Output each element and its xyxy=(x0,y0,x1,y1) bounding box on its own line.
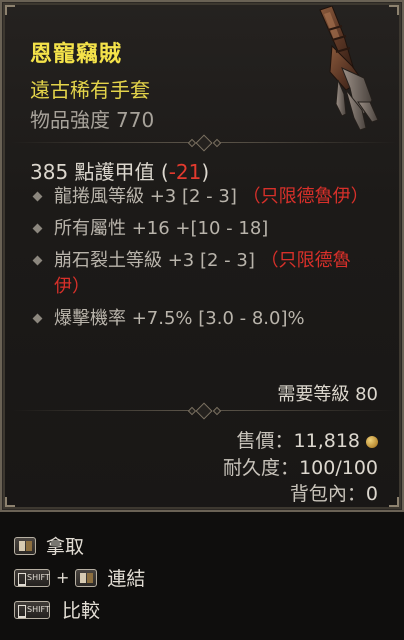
affix-text: 龍捲風等級 +3 [2 - 3] xyxy=(54,186,237,207)
action-hints: 拿取 SHIFT + 連結 SHIFT 比較 xyxy=(0,512,404,640)
item-name: 恩寵竊賊 xyxy=(30,42,123,67)
durability-value: 100/100 xyxy=(299,457,378,479)
diamond-bullet-icon xyxy=(32,255,43,266)
take-label: 拿取 xyxy=(46,536,85,558)
frame-corner xyxy=(389,5,399,15)
item-power-label: 物品強度 xyxy=(30,108,110,132)
affix-text: 崩石裂土等級 +3 [2 - 3] xyxy=(54,250,255,271)
sell-price-label: 售價： xyxy=(236,430,294,452)
gauntlet-icon xyxy=(319,6,379,131)
armor-label: 點護甲值 xyxy=(74,160,155,184)
sell-price-value: 11,818 xyxy=(293,430,360,452)
sell-price: 售價：11,818 xyxy=(236,426,378,453)
affix-restriction: （只限德魯伊） xyxy=(242,186,369,207)
diamond-bullet-icon xyxy=(32,313,43,324)
take-action[interactable]: 拿取 xyxy=(14,532,84,559)
inventory-count: 背包內：0 xyxy=(290,479,378,506)
compare-label: 比較 xyxy=(62,600,101,622)
frame-corner xyxy=(5,5,15,15)
shift-key-icon: SHIFT xyxy=(14,600,50,619)
gold-coin-icon xyxy=(366,435,378,448)
item-type: 遠古稀有手套 xyxy=(30,78,150,102)
armor-open-paren: ( xyxy=(160,160,169,184)
armor-delta: -21 xyxy=(168,160,202,184)
frame-corner xyxy=(5,497,15,507)
durability-label: 耐久度： xyxy=(223,457,300,479)
affix-list: 龍捲風等級 +3 [2 - 3] （只限德魯伊） 所有屬性 +16 +[10 -… xyxy=(32,184,377,338)
affix-item: 崩石裂土等級 +3 [2 - 3] （只限德魯伊） xyxy=(32,248,377,300)
armor-close-paren: ) xyxy=(201,160,210,184)
diamond-bullet-icon xyxy=(32,223,43,234)
affix-item: 爆擊機率 +7.5% [3.0 - 8.0]% xyxy=(32,306,377,332)
section-divider xyxy=(12,134,396,152)
link-action[interactable]: SHIFT + 連結 xyxy=(14,564,145,591)
shift-key-icon: SHIFT xyxy=(14,568,50,587)
link-label: 連結 xyxy=(107,568,146,590)
affix-item: 龍捲風等級 +3 [2 - 3] （只限德魯伊） xyxy=(32,184,377,210)
mouse-click-icon xyxy=(14,536,36,555)
affix-item: 所有屬性 +16 +[10 - 18] xyxy=(32,216,377,242)
durability: 耐久度：100/100 xyxy=(223,453,378,480)
item-tooltip: 恩寵竊賊 遠古稀有手套 物品強度 770 385 點護甲值 (-21) 龍捲風等… xyxy=(0,0,404,512)
required-level: 需要等級 80 xyxy=(277,384,378,405)
diamond-bullet-icon xyxy=(32,191,43,202)
affix-text: 爆擊機率 +7.5% [3.0 - 8.0]% xyxy=(54,308,305,329)
armor-value: 385 xyxy=(30,160,69,184)
affix-text: 所有屬性 +16 +[10 - 18] xyxy=(54,218,269,239)
armor-stat: 385 點護甲值 (-21) xyxy=(30,156,209,185)
section-divider xyxy=(12,402,396,420)
item-power: 物品強度 770 xyxy=(30,104,160,133)
inventory-label: 背包內： xyxy=(289,483,366,505)
inventory-value: 0 xyxy=(365,483,378,505)
mouse-click-icon xyxy=(75,568,98,587)
plus-sign: + xyxy=(56,568,70,587)
compare-action[interactable]: SHIFT 比較 xyxy=(14,596,100,623)
frame-corner xyxy=(389,497,399,507)
item-power-value: 770 xyxy=(116,108,155,132)
